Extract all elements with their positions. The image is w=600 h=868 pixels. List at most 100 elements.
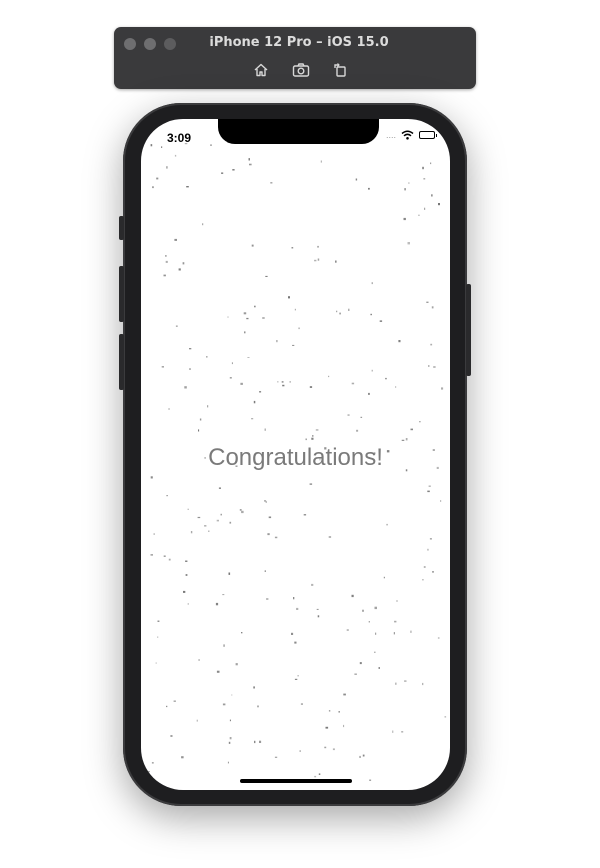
confetti-speck — [157, 620, 160, 622]
confetti-speck — [223, 644, 225, 647]
confetti-speck — [228, 572, 231, 575]
confetti-speck — [229, 521, 232, 524]
confetti-speck — [437, 637, 440, 639]
confetti-speck — [166, 166, 168, 169]
screenshot-button[interactable] — [291, 61, 311, 79]
confetti-speck — [371, 369, 373, 372]
confetti-speck — [253, 686, 255, 689]
confetti-speck — [254, 740, 256, 744]
confetti-speck — [227, 761, 229, 764]
confetti-speck — [346, 629, 349, 631]
confetti-speck — [241, 510, 244, 514]
confetti-speck — [408, 182, 410, 184]
confetti-speck — [395, 682, 397, 685]
notch — [218, 119, 379, 144]
confetti-speck — [404, 188, 406, 191]
confetti-speck — [431, 194, 433, 197]
confetti-speck — [317, 615, 320, 618]
confetti-speck — [239, 509, 242, 511]
confetti-speck — [265, 501, 267, 503]
confetti-speck — [359, 662, 362, 665]
status-icons: .... — [385, 129, 437, 140]
confetti-speck — [359, 755, 361, 758]
confetti-speck — [300, 703, 303, 705]
confetti-speck — [368, 392, 370, 395]
confetti-speck — [168, 408, 170, 410]
confetti-speck — [395, 386, 397, 388]
confetti-speck — [274, 756, 278, 758]
rotate-button[interactable] — [330, 61, 350, 79]
confetti-speck — [317, 258, 320, 261]
confetti-speck — [207, 405, 209, 408]
confetti-speck — [404, 680, 407, 682]
confetti-speck — [253, 400, 256, 404]
silent-switch — [119, 216, 124, 240]
confetti-speck — [156, 177, 159, 180]
confetti-speck — [248, 158, 250, 161]
confetti-speck — [198, 429, 200, 432]
confetti-speck — [206, 356, 208, 358]
confetti-speck — [197, 516, 201, 519]
confetti-speck — [170, 735, 173, 737]
confetti-speck — [309, 483, 313, 485]
confetti-speck — [403, 217, 406, 221]
confetti-speck — [277, 381, 279, 383]
simulator-title: iPhone 12 Pro – iOS 15.0 — [209, 35, 389, 50]
device-screen: 3:09 .... Congratulations! — [141, 119, 450, 790]
confetti-speck — [276, 340, 278, 343]
confetti-speck — [220, 513, 222, 516]
confetti-speck — [362, 609, 364, 612]
power-button[interactable] — [466, 284, 471, 376]
confetti-speck — [325, 726, 329, 729]
confetti-speck — [314, 259, 317, 262]
confetti-speck — [422, 579, 424, 581]
signal-icon: .... — [385, 129, 396, 140]
confetti-speck — [303, 514, 307, 516]
confetti-speck — [231, 694, 233, 696]
confetti-speck — [410, 630, 412, 633]
confetti-speck — [249, 163, 252, 166]
confetti-speck — [419, 421, 421, 423]
confetti-speck — [190, 531, 193, 534]
confetti-speck — [314, 775, 317, 778]
confetti-speck — [231, 362, 233, 365]
volume-up-button[interactable] — [119, 266, 124, 322]
confetti-speck — [229, 737, 232, 740]
confetti-speck — [235, 663, 238, 666]
confetti-speck — [407, 242, 410, 245]
congratulations-label: Congratulations! — [208, 444, 383, 471]
home-button[interactable] — [251, 61, 271, 79]
confetti-speck — [288, 296, 290, 299]
confetti-speck — [316, 608, 319, 610]
confetti-speck — [422, 682, 424, 686]
volume-down-button[interactable] — [119, 334, 124, 390]
confetti-speck — [264, 428, 266, 431]
rotate-icon — [334, 63, 346, 77]
confetti-speck — [320, 160, 322, 163]
confetti-speck — [259, 391, 262, 393]
confetti-speck — [356, 429, 359, 432]
confetti-speck — [398, 340, 401, 343]
confetti-speck — [175, 325, 178, 327]
confetti-speck — [328, 375, 330, 378]
confetti-speck — [155, 662, 157, 664]
confetti-speck — [165, 260, 168, 263]
home-indicator[interactable] — [240, 779, 352, 783]
confetti-speck — [165, 255, 167, 257]
confetti-speck — [183, 590, 186, 593]
confetti-speck — [243, 312, 247, 315]
confetti-speck — [428, 365, 430, 367]
confetti-speck — [343, 724, 345, 728]
confetti-speck — [335, 260, 337, 263]
confetti-speck — [254, 305, 256, 308]
confetti-speck — [362, 754, 365, 757]
confetti-speck — [440, 500, 442, 502]
confetti-speck — [383, 576, 385, 579]
confetti-speck — [163, 555, 166, 557]
confetti-speck — [259, 740, 262, 743]
confetti-speck — [157, 636, 159, 638]
confetti-speck — [309, 386, 313, 388]
confetti-speck — [332, 748, 335, 751]
confetti-speck — [294, 641, 297, 644]
confetti-speck — [189, 368, 191, 370]
